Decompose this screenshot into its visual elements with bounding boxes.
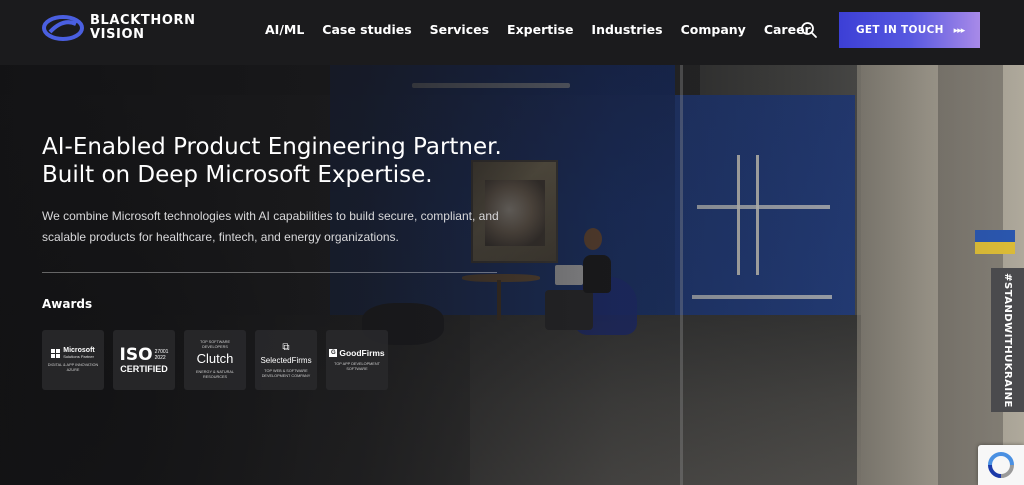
award-selectedfirms[interactable]: ⧉ SelectedFirms TOP WEB & SOFTWARE DEVEL… xyxy=(255,330,317,390)
clutch-caption: ENERGY & NATURAL RESOURCES xyxy=(195,370,235,379)
side-tab-label: #STANDWITHUKRAINE xyxy=(1002,272,1013,408)
iso-caption: CERTIFIED xyxy=(120,363,168,374)
iso-label: ISO xyxy=(119,344,153,365)
goodfirms-caption: TOP APP DEVELOPMENT SOFTWARE xyxy=(334,362,380,371)
nav-item-services[interactable]: Services xyxy=(430,22,489,37)
search-icon[interactable] xyxy=(800,21,818,39)
goodfirms-word: GoodFirms xyxy=(339,348,385,358)
stand-with-ukraine-tab[interactable]: #STANDWITHUKRAINE xyxy=(991,268,1024,412)
clutch-top: TOP SOFTWARE DEVELOPERS xyxy=(199,340,231,349)
microsoft-logo: Microsoft Solutions Partner xyxy=(51,347,95,359)
cta-label: GET IN TOUCH xyxy=(856,24,944,36)
award-goodfirms[interactable]: G GoodFirms TOP APP DEVELOPMENT SOFTWARE xyxy=(326,330,388,390)
award-clutch[interactable]: TOP SOFTWARE DEVELOPERS Clutch ENERGY & … xyxy=(184,330,246,390)
headline-line-2: Built on Deep Microsoft Expertise. xyxy=(42,162,433,188)
brand-line-1: BLACKTHORN xyxy=(90,13,196,28)
awards-badges: Microsoft Solutions Partner DIGITAL & AP… xyxy=(42,330,388,390)
hero-subcopy: We combine Microsoft technologies with A… xyxy=(42,209,499,244)
nav-item-case-studies[interactable]: Case studies xyxy=(322,22,411,37)
nav-item-expertise[interactable]: Expertise xyxy=(507,22,573,37)
headline-line-1: AI-Enabled Product Engineering Partner. xyxy=(42,134,502,160)
goodfirms-logo: G GoodFirms xyxy=(329,348,385,358)
top-navigation: BLACKTHORN VISION AI/ML Case studies Ser… xyxy=(0,0,1024,65)
get-in-touch-button[interactable]: GET IN TOUCH ▸▸▸ xyxy=(839,12,980,48)
microsoft-icon xyxy=(51,348,61,358)
recaptcha-icon xyxy=(988,452,1014,478)
award-iso[interactable]: ISO 27001 2022 CERTIFIED xyxy=(113,330,175,390)
iso-logo: ISO 27001 2022 xyxy=(119,344,169,365)
hero-background xyxy=(0,65,1024,485)
microsoft-sub: Solutions Partner xyxy=(63,354,94,359)
nav-item-industries[interactable]: Industries xyxy=(591,22,662,37)
selectedfirms-caption: TOP WEB & SOFTWARE DEVELOPMENT COMPANY xyxy=(261,368,311,378)
brand-line-2: VISION xyxy=(90,27,145,42)
main-menu: AI/ML Case studies Services Expertise In… xyxy=(265,22,829,37)
logo-icon xyxy=(42,15,84,41)
nav-item-company[interactable]: Company xyxy=(681,22,746,37)
logo[interactable]: BLACKTHORN VISION xyxy=(42,14,196,42)
recaptcha-badge[interactable] xyxy=(978,445,1024,485)
award-microsoft[interactable]: Microsoft Solutions Partner DIGITAL & AP… xyxy=(42,330,104,390)
microsoft-caption: DIGITAL & APP INNOVATION AZURE xyxy=(47,363,99,372)
awards-title: Awards xyxy=(42,297,93,311)
iso-year: 2022 xyxy=(154,355,166,361)
hero-overlay xyxy=(0,65,1024,485)
arrows-icon: ▸▸▸ xyxy=(953,24,966,35)
microsoft-brand: Microsoft xyxy=(63,347,95,354)
selectedfirms-icon: ⧉ xyxy=(282,341,290,353)
logo-text: BLACKTHORN VISION xyxy=(90,14,196,42)
goodfirms-icon: G xyxy=(329,349,338,357)
nav-item-ai-ml[interactable]: AI/ML xyxy=(265,22,304,37)
clutch-logo: Clutch xyxy=(196,351,234,366)
hero-headline: AI-Enabled Product Engineering Partner. … xyxy=(42,133,582,189)
selectedfirms-logo: SelectedFirms xyxy=(260,355,312,365)
divider xyxy=(42,272,497,273)
